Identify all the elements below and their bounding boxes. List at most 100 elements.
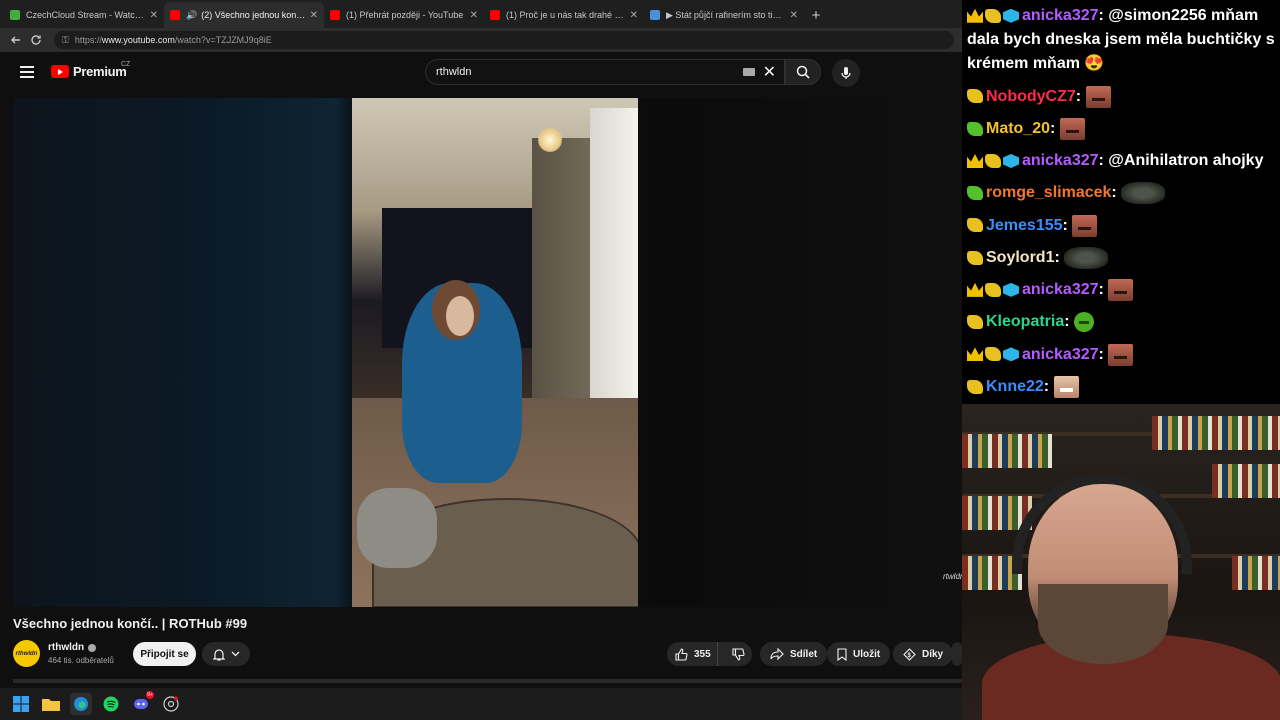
url-domain: www.youtube.com — [101, 35, 175, 45]
chat-username[interactable]: Mato_20 — [986, 120, 1050, 137]
dislike-button[interactable] — [724, 647, 752, 661]
chat-emote-icon — [1053, 375, 1079, 398]
browser-tab-bar: CzechCloud Stream - Watch Live o ✕ 🔊 (2) Vš… — [0, 0, 962, 28]
chat-badges — [967, 375, 985, 399]
edge-icon[interactable] — [70, 693, 92, 715]
cube-badge-icon — [1003, 153, 1019, 168]
notification-bell-button[interactable] — [202, 642, 250, 666]
thanks-button[interactable]: $ Díky — [893, 642, 954, 666]
youtube-icon — [330, 10, 340, 20]
chat-separator: : — [1111, 184, 1122, 202]
speaker-icon[interactable]: 🔊 — [186, 10, 197, 21]
chat-badges — [967, 214, 985, 238]
chat-emote-icon — [1108, 343, 1134, 366]
back-arrow-icon[interactable] — [6, 30, 26, 50]
share-button[interactable]: Sdílet — [760, 642, 828, 666]
clear-search-icon[interactable]: ✕ — [763, 62, 776, 82]
chat-badges — [967, 181, 985, 205]
browser-tab[interactable]: ▶ Stát půjčí rafinerím sto tisíc tun ✕ — [644, 2, 804, 28]
chat-message: NobodyCZ7: — [967, 85, 1276, 109]
crown-badge-icon — [967, 153, 983, 168]
chat-separator: : — [1098, 152, 1109, 170]
search-query: rthwldn — [436, 66, 472, 78]
verified-icon — [88, 643, 97, 652]
video-frame — [352, 98, 638, 607]
youtube-icon — [490, 10, 500, 20]
chat-username[interactable]: Kleopatria — [986, 313, 1064, 330]
chat-username[interactable]: Knne22 — [986, 378, 1044, 395]
reload-icon[interactable] — [26, 30, 46, 50]
youtube-premium-logo[interactable]: Premium CZ — [51, 61, 130, 79]
subscriber-count: 464 tis. odběratelů — [48, 656, 114, 665]
hand-badge-icon — [967, 186, 983, 201]
chat-badges — [967, 117, 985, 141]
chat-username[interactable]: Soylord1 — [986, 249, 1054, 266]
chat-separator: : — [1062, 216, 1073, 234]
hand-badge-icon — [985, 347, 1001, 362]
share-icon — [770, 648, 784, 660]
chat-username[interactable]: Jemes155 — [986, 217, 1063, 234]
close-tab-icon[interactable]: ✕ — [630, 10, 638, 21]
discord-icon[interactable]: 9+ — [130, 691, 154, 715]
hand-badge-icon — [985, 282, 1001, 297]
close-tab-icon[interactable]: ✕ — [150, 10, 158, 21]
chat-badges — [967, 4, 1021, 28]
chat-username[interactable]: NobodyCZ7 — [986, 88, 1076, 105]
close-tab-icon[interactable]: ✕ — [790, 10, 798, 21]
browser-tab[interactable]: 🔊 (2) Všechno jednou končí.. | R ✕ — [164, 2, 324, 28]
thumbs-up-icon — [675, 647, 688, 661]
cube-badge-icon — [1003, 347, 1019, 362]
chat-separator: : — [1075, 87, 1086, 105]
crown-badge-icon — [967, 282, 983, 297]
chat-emote-icon — [1072, 214, 1098, 237]
chat-username[interactable]: anicka327 — [1022, 152, 1099, 169]
chat-username[interactable]: romge_slimacek — [986, 184, 1111, 201]
search-button[interactable] — [785, 59, 821, 85]
hand-badge-icon — [967, 218, 983, 233]
windows-start-icon[interactable] — [10, 693, 32, 715]
chat-username[interactable]: anicka327 — [1022, 281, 1099, 298]
divider — [13, 679, 962, 683]
chat-username[interactable]: anicka327 — [1022, 346, 1099, 363]
chat-emote-icon — [1059, 117, 1085, 140]
chrome-icon[interactable] — [160, 693, 182, 715]
chat-badges — [967, 310, 985, 334]
join-button[interactable]: Připojit se — [133, 642, 196, 666]
chat-username[interactable]: anicka327 — [1022, 7, 1099, 24]
chat-message: Kleopatria: — [967, 310, 1276, 334]
menu-icon[interactable] — [20, 66, 34, 78]
chat-badges — [967, 343, 1021, 367]
url-path: /watch?v=TZJZMJ9q8iE — [174, 35, 272, 45]
save-button[interactable]: Uložit — [827, 642, 891, 666]
browser-tab[interactable]: (1) Proč je u nás tak drahé bydlen ✕ — [484, 2, 644, 28]
chat-message: anicka327: @Anihilatron ahojky — [967, 149, 1276, 173]
close-tab-icon[interactable]: ✕ — [470, 10, 478, 21]
file-explorer-icon[interactable] — [40, 693, 62, 715]
channel-avatar[interactable]: rthwldn — [13, 640, 40, 667]
tab-title: (1) Přehrát později - YouTube — [346, 10, 464, 20]
video-player[interactable]: rtwldn — [13, 98, 962, 607]
chat-message: romge_slimacek: — [967, 181, 1276, 205]
url-field[interactable]: ⚿ https://www.youtube.com/watch?v=TZJZMJ… — [54, 31, 954, 49]
browser-address-bar: ⚿ https://www.youtube.com/watch?v=TZJZMJ… — [0, 28, 962, 52]
spotify-icon[interactable] — [100, 693, 122, 715]
hand-badge-icon — [967, 121, 983, 136]
like-button[interactable]: 355 — [667, 642, 719, 666]
search-input[interactable]: rthwldn ✕ — [425, 59, 785, 85]
close-tab-icon[interactable]: ✕ — [310, 10, 318, 21]
more-actions-button[interactable] — [952, 642, 962, 666]
windows-taskbar: 9+ — [0, 688, 962, 720]
new-tab-icon[interactable]: + — [804, 2, 828, 28]
save-label: Uložit — [853, 648, 881, 660]
chat-emote-icon — [1108, 279, 1134, 302]
cube-badge-icon — [1003, 8, 1019, 23]
chat-emote-icon — [1121, 182, 1166, 205]
voice-search-button[interactable] — [832, 59, 860, 87]
browser-tab[interactable]: (1) Přehrát později - YouTube ✕ — [324, 2, 484, 28]
browser-tab[interactable]: CzechCloud Stream - Watch Live o ✕ — [4, 2, 164, 28]
channel-name[interactable]: rthwldn — [48, 642, 97, 653]
search-icon — [796, 65, 810, 79]
keyboard-icon[interactable] — [742, 68, 755, 76]
site-info-icon[interactable]: ⚿ — [62, 35, 69, 46]
chat-emote-icon — [1074, 312, 1095, 333]
